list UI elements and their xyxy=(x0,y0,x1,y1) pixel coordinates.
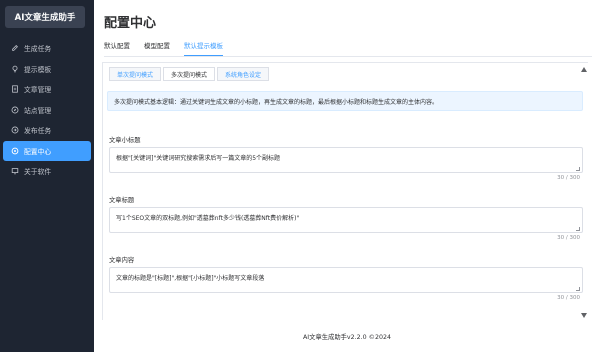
title-char-counter: 30 / 300 xyxy=(557,235,580,241)
sidebar-item-label: 关于软件 xyxy=(24,168,52,177)
sidebar-item-label: 发布任务 xyxy=(24,127,52,136)
sidebar-item-label: 文章管理 xyxy=(24,86,52,95)
sidebar-item-label: 生成任务 xyxy=(24,45,52,54)
mode-subtabs: 单次提问模式 多次提问模式 系统角色设定 xyxy=(109,67,271,81)
sidebar-item-label: 提示模板 xyxy=(24,65,52,74)
sidebar-nav: 生成任务 提示模板 文章管理 站点管理 发布任务 配置中心 关于软件 xyxy=(0,38,94,182)
tab-default-config[interactable]: 默认配置 xyxy=(104,40,130,56)
field-label-subtitle: 文章小标题 xyxy=(109,137,141,144)
info-alert: 多次提问模式基本逻辑：通过关键词生成文章的小标题，再生成文章的标题，最后根据小标… xyxy=(107,91,583,111)
lightbulb-icon xyxy=(10,64,19,73)
footer-copyright: AI文章生成助手v2.2.0 ©2024 xyxy=(302,334,392,341)
compass-icon xyxy=(10,105,19,114)
app-brand: AI文章生成助手 xyxy=(5,6,85,28)
field-label-content: 文章内容 xyxy=(109,257,135,264)
sidebar-item-label: 站点管理 xyxy=(24,106,52,115)
subtitle-prompt-value: 根据"[关键词]"关键词研究搜索需求后写一篇文章的5个副标题 xyxy=(116,155,281,162)
document-icon xyxy=(10,85,19,94)
subtab-multi-question[interactable]: 多次提问模式 xyxy=(163,67,216,81)
content-char-counter: 30 / 300 xyxy=(557,295,580,301)
title-prompt-textarea[interactable]: 写1个SEO文章的双标题,例如"透墓葬nft多少钱(透墓葬Nft费价解析)" xyxy=(109,207,583,233)
field-label-title: 文章标题 xyxy=(109,197,135,204)
content-prompt-value: 文章的标题是"[标题]",根据"[小标题]"小标题写文章段落 xyxy=(116,275,265,282)
template-panel: 单次提问模式 多次提问模式 系统角色设定 多次提问模式基本逻辑：通过关键词生成文… xyxy=(102,62,588,320)
sidebar-item-about[interactable]: 关于软件 xyxy=(0,161,94,182)
vertical-scrollbar[interactable] xyxy=(580,62,588,320)
tabs-divider xyxy=(104,56,592,57)
content-prompt-textarea[interactable]: 文章的标题是"[标题]",根据"[小标题]"小标题写文章段落 xyxy=(109,267,583,293)
scroll-down-icon[interactable] xyxy=(581,312,587,318)
subtab-single-question[interactable]: 单次提问模式 xyxy=(109,67,162,81)
sidebar-item-prompt-template[interactable]: 提示模板 xyxy=(0,59,94,80)
settings-icon xyxy=(10,146,19,155)
sidebar-item-publish-task[interactable]: 发布任务 xyxy=(0,120,94,141)
page-title: 配置中心 xyxy=(104,16,157,31)
subtab-system-role[interactable]: 系统角色设定 xyxy=(217,67,270,81)
subtitle-prompt-textarea[interactable]: 根据"[关键词]"关键词研究搜索需求后写一篇文章的5个副标题 xyxy=(109,147,583,173)
sidebar-item-site-manage[interactable]: 站点管理 xyxy=(0,100,94,121)
sidebar-item-generate-task[interactable]: 生成任务 xyxy=(0,38,94,59)
tab-model-config[interactable]: 模型配置 xyxy=(144,40,170,56)
scroll-up-icon[interactable] xyxy=(581,66,587,72)
main-content: 配置中心 默认配置 模型配置 默认提示模板 单次提问模式 多次提问模式 系统角色… xyxy=(94,0,600,352)
title-prompt-value: 写1个SEO文章的双标题,例如"透墓葬nft多少钱(透墓葬Nft费价解析)" xyxy=(116,215,300,222)
sidebar-item-label: 配置中心 xyxy=(24,147,52,156)
edit-icon xyxy=(10,44,19,53)
tab-default-prompt-template[interactable]: 默认提示模板 xyxy=(184,40,223,56)
monitor-icon xyxy=(10,167,19,176)
subtitle-char-counter: 30 / 300 xyxy=(557,175,580,181)
sidebar-item-config-center[interactable]: 配置中心 xyxy=(3,140,91,161)
sidebar: AI文章生成助手 生成任务 提示模板 文章管理 站点管理 发布任务 配置中心 关… xyxy=(0,0,94,352)
config-tabs: 默认配置 模型配置 默认提示模板 xyxy=(104,40,237,56)
send-icon xyxy=(10,126,19,135)
sidebar-item-article-manage[interactable]: 文章管理 xyxy=(0,79,94,100)
